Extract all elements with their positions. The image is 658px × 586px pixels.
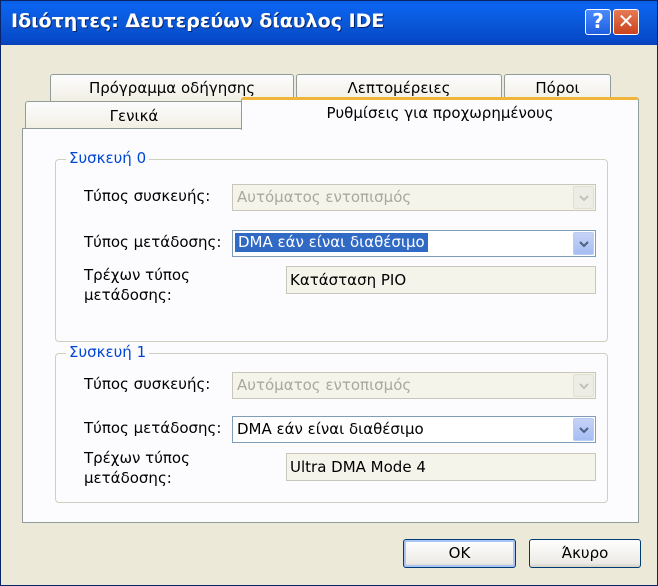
chevron-down-icon[interactable] [573,232,594,255]
chevron-down-icon[interactable] [573,418,594,441]
help-button[interactable]: ? [585,9,611,35]
device1-legend: Συσκευή 1 [66,343,150,361]
device1-current-mode-label-line2: μετάδοσης: [84,469,172,487]
window-title: Ιδιότητες: Δευτερεύων δίαυλος IDE [11,10,385,32]
help-icon: ? [592,9,604,33]
device0-current-mode-label-line1: Τρέχων τύπος [84,266,190,284]
device1-current-mode-field: Ultra DMA Mode 4 [286,453,596,481]
advanced-settings-panel: Συσκευή 0 Τύπος συσκευής: Αυτόματος εντο… [22,128,639,523]
close-icon: ✕ [617,9,635,33]
close-button[interactable]: ✕ [613,9,639,35]
device1-current-mode-label-line1: Τρέχων τύπος [84,449,190,467]
device0-transfer-mode-label: Τύπος μετάδοσης: [84,233,222,251]
device0-current-mode-label-line2: μετάδοσης: [84,286,172,304]
device0-legend: Συσκευή 0 [66,149,150,167]
ok-button[interactable]: OK [403,539,516,568]
device0-current-mode-field: Κατάσταση PIO [286,266,596,294]
title-bar[interactable]: Ιδιότητες: Δευτερεύων δίαυλος IDE ? ✕ [1,1,657,45]
chevron-down-icon [573,374,594,397]
device0-transfer-mode-select[interactable]: DMA εάν είναι διαθέσιμο [232,230,596,257]
device1-device-type-select[interactable]: Αυτόματος εντοπισμός [232,372,596,399]
cancel-button[interactable]: Άκυρο [529,539,641,568]
device1-transfer-mode-select[interactable]: DMA εάν είναι διαθέσιμο [232,416,596,443]
device0-device-type-select[interactable]: Αυτόματος εντοπισμός [232,184,596,211]
tab-advanced-settings[interactable]: Ρυθμίσεις για προχωρημένους [241,97,639,130]
device0-device-type-label: Τύπος συσκευής: [84,187,211,205]
tab-general[interactable]: Γενικά [25,101,243,129]
properties-dialog: Ιδιότητες: Δευτερεύων δίαυλος IDE ? ✕ Πρ… [0,0,658,586]
chevron-down-icon [573,186,594,209]
device1-device-type-label: Τύπος συσκευής: [84,375,211,393]
device1-transfer-mode-label: Τύπος μετάδοσης: [84,419,222,437]
